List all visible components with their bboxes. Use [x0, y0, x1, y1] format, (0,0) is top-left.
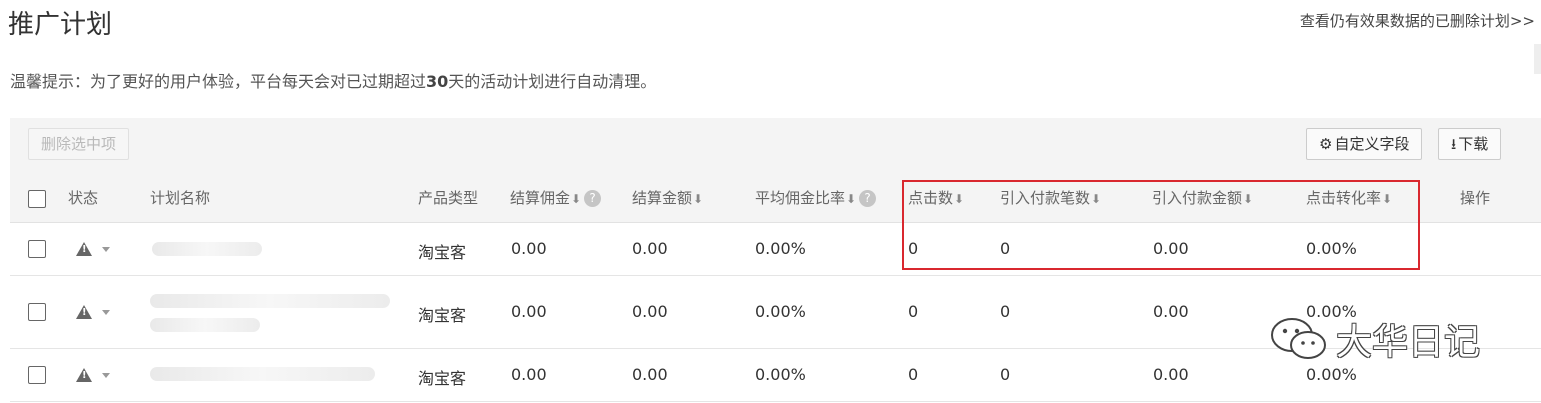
page-title: 推广计划	[8, 10, 113, 40]
deleted-plans-link[interactable]: 查看仍有效果数据的已删除计划>>	[1300, 10, 1535, 31]
avg-commission-rate: 0.00%	[755, 302, 806, 321]
product-type: 淘宝客	[418, 243, 467, 262]
orders: 0	[1000, 365, 1011, 384]
header-settled-amount[interactable]: 结算金额⬇	[632, 178, 703, 222]
row-checkbox[interactable]	[28, 240, 46, 258]
clicks: 0	[908, 365, 919, 384]
select-all-checkbox[interactable]	[28, 190, 46, 208]
header-order-amount-label: 引入付款金额	[1152, 189, 1243, 207]
download-icon: ⭳	[1451, 135, 1457, 153]
header-clicks-label: 点击数	[908, 189, 954, 207]
watermark-text: 大华日记	[1336, 322, 1481, 363]
row-checkbox[interactable]	[28, 303, 46, 321]
download-button[interactable]: ⭳ 下载	[1438, 128, 1502, 160]
header-product-type: 产品类型	[418, 189, 479, 207]
gear-icon: ⚙	[1319, 135, 1333, 153]
header-order-amount[interactable]: 引入付款金额⬇	[1152, 178, 1253, 222]
header-avg-commission-rate[interactable]: 平均佣金比率⬇?	[755, 178, 877, 222]
settled-amount: 0.00	[632, 365, 668, 384]
plan-name-redacted[interactable]	[150, 367, 375, 381]
tip-text: 温馨提示：为了更好的用户体验，平台每天会对已过期超过30天的活动计划进行自动清理…	[10, 68, 656, 92]
chevron-down-icon[interactable]	[102, 247, 110, 252]
delete-selected-button[interactable]: 删除选中项	[28, 128, 130, 160]
order-amount: 0.00	[1153, 365, 1189, 384]
sort-down-icon: ⬇	[846, 192, 857, 206]
tip-days: 30	[426, 72, 449, 91]
header-plan-name: 计划名称	[150, 189, 211, 207]
header-settled-amount-label: 结算金额	[632, 189, 693, 207]
sort-down-icon: ⬇	[1243, 192, 1254, 206]
settled-amount: 0.00	[632, 302, 668, 321]
avg-commission-rate: 0.00%	[755, 239, 806, 258]
custom-fields-label: 自定义字段	[1334, 135, 1410, 153]
chevron-down-icon[interactable]	[102, 310, 110, 315]
help-icon[interactable]: ?	[584, 190, 602, 207]
orders: 0	[1000, 239, 1011, 258]
row-checkbox[interactable]	[28, 366, 46, 384]
product-type: 淘宝客	[418, 306, 467, 325]
scrollbar[interactable]	[1534, 44, 1541, 74]
settled-commission: 0.00	[511, 365, 547, 384]
wechat-icon	[1271, 318, 1326, 359]
header-orders-label: 引入付款笔数	[1000, 189, 1091, 207]
help-icon[interactable]: ?	[859, 190, 877, 207]
conversion-rate: 0.00%	[1306, 365, 1357, 384]
sort-down-icon: ⬇	[1091, 192, 1102, 206]
settled-commission: 0.00	[511, 239, 547, 258]
sort-down-icon: ⬇	[571, 192, 582, 206]
custom-fields-button[interactable]: ⚙ 自定义字段	[1306, 128, 1423, 160]
warning-icon[interactable]	[76, 305, 92, 319]
header-clicks[interactable]: 点击数⬇	[908, 178, 964, 222]
conversion-rate: 0.00%	[1306, 239, 1357, 258]
header-settled-commission-label: 结算佣金	[510, 189, 571, 207]
settled-amount: 0.00	[632, 239, 668, 258]
tip-prefix: 温馨提示：为了更好的用户体验，平台每天会对已过期超过	[10, 72, 427, 91]
header-settled-commission[interactable]: 结算佣金⬇?	[510, 178, 602, 222]
header-conversion-rate[interactable]: 点击转化率⬇	[1306, 178, 1392, 222]
header-actions: 操作	[1460, 189, 1491, 207]
plan-name-redacted[interactable]	[150, 294, 390, 308]
plan-name-redacted[interactable]	[152, 242, 262, 256]
table-row: 淘宝客 0.00 0.00 0.00% 0 0 0.00 0.00%	[10, 223, 1541, 276]
header-avg-commission-rate-label: 平均佣金比率	[755, 189, 846, 207]
chevron-down-icon[interactable]	[102, 373, 110, 378]
avg-commission-rate: 0.00%	[755, 365, 806, 384]
product-type: 淘宝客	[418, 369, 467, 388]
sort-down-icon: ⬇	[954, 192, 965, 206]
sort-down-icon: ⬇	[1382, 192, 1393, 206]
table-header: 状态 计划名称 产品类型 结算佣金⬇? 结算金额⬇ 平均佣金比率⬇? 点击数⬇ …	[10, 178, 1541, 223]
warning-icon[interactable]	[76, 368, 92, 382]
sort-down-icon: ⬇	[693, 192, 704, 206]
warning-icon[interactable]	[76, 242, 92, 256]
toolbar: 删除选中项 ⚙ 自定义字段 ⭳ 下载	[10, 118, 1541, 178]
header-conversion-rate-label: 点击转化率	[1306, 189, 1382, 207]
watermark: 大华日记	[1268, 313, 1498, 363]
settled-commission: 0.00	[511, 302, 547, 321]
tip-suffix: 天的活动计划进行自动清理。	[448, 72, 657, 91]
clicks: 0	[908, 302, 919, 321]
clicks: 0	[908, 239, 919, 258]
header-status: 状态	[68, 189, 99, 207]
plan-name-redacted[interactable]	[150, 318, 260, 332]
order-amount: 0.00	[1153, 239, 1189, 258]
download-label: 下载	[1458, 135, 1489, 153]
header-orders[interactable]: 引入付款笔数⬇	[1000, 178, 1101, 222]
order-amount: 0.00	[1153, 302, 1189, 321]
orders: 0	[1000, 302, 1011, 321]
